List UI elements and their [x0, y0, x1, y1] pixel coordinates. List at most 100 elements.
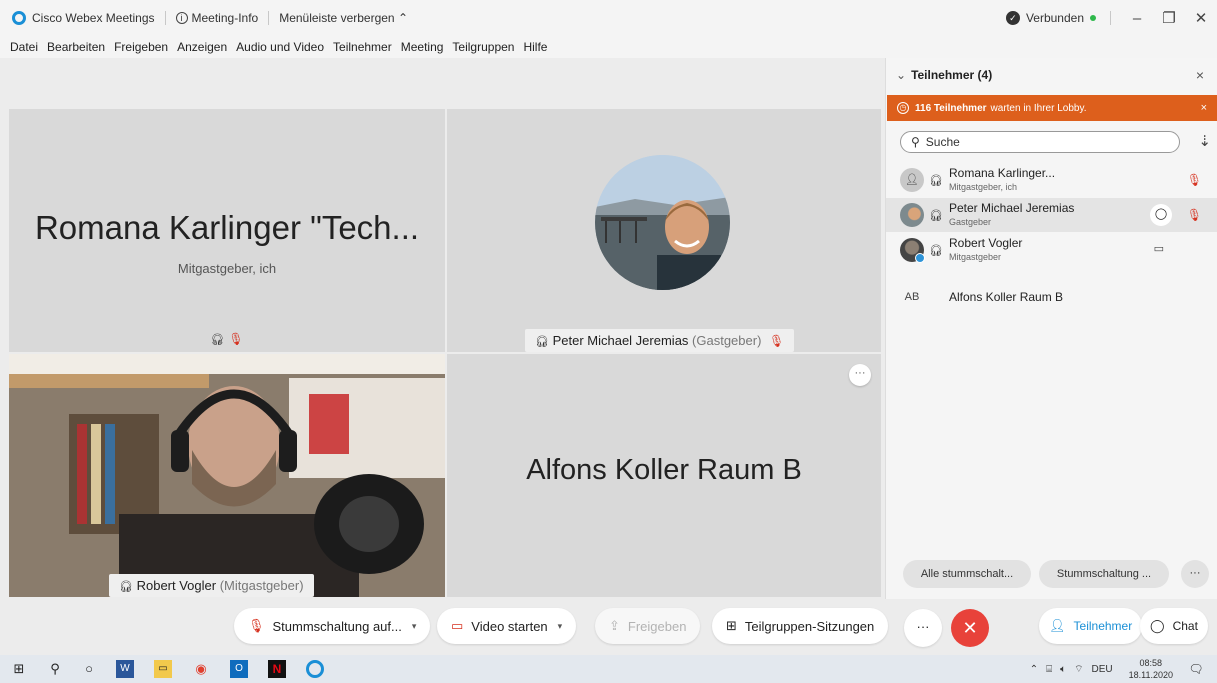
video-tile-robert[interactable]: 🎧︎ Robert Vogler (Mitgastgeber) [9, 354, 445, 597]
chat-icon[interactable]: ◯ [1150, 204, 1172, 226]
notification-icon[interactable]: 🗨︎2 [1187, 660, 1205, 678]
language-indicator[interactable]: DEU [1091, 664, 1112, 675]
menu-teilnehmer[interactable]: Teilnehmer [333, 40, 392, 54]
close-icon[interactable]: × [1196, 67, 1204, 83]
panel-more-button[interactable]: ··· [1181, 560, 1209, 588]
participants-panel: ⌄ Teilnehmer (4) × ◷ 116 Teilnehmer wart… [885, 58, 1217, 599]
menu-meeting[interactable]: Meeting [401, 40, 444, 54]
control-bar: 🎙︎ Stummschaltung auf... ▾ ▭ Video start… [0, 599, 1217, 655]
person-icon: 👤︎ [1049, 618, 1066, 633]
clock-icon: ◷ [897, 102, 909, 114]
info-icon: i [175, 12, 188, 24]
minimize-button[interactable]: – [1121, 10, 1153, 27]
headset-icon: 🎧︎ [929, 209, 943, 222]
profile-photo-icon [595, 155, 730, 290]
chevron-down-icon[interactable]: ⌄ [896, 68, 906, 82]
mic-muted-icon: 🎙︎ [228, 332, 244, 346]
chat-label: Chat [1172, 619, 1198, 633]
close-button[interactable]: ✕ [1185, 9, 1217, 27]
hide-menubar-button[interactable]: Menüleiste verbergen ⌃ [279, 11, 408, 25]
start-video-button[interactable]: ▭ Video starten ▾ [437, 608, 577, 644]
mute-all-button[interactable]: Alle stummschalt... [903, 560, 1031, 588]
breakout-button[interactable]: ⊞ Teilgruppen-Sitzungen [712, 608, 889, 644]
close-icon[interactable]: × [1201, 102, 1207, 114]
participants-toggle-button[interactable]: 👤︎ Teilnehmer [1039, 608, 1143, 644]
participant-row[interactable]: 🎧︎ Robert Vogler Mitgastgeber ▭ [886, 233, 1217, 267]
menu-bearbeiten[interactable]: Bearbeiten [47, 40, 105, 54]
tile-more-button[interactable]: ··· [849, 364, 871, 386]
hide-menubar-label: Menüleiste verbergen [279, 11, 395, 25]
chevron-up-icon: ⌃ [397, 11, 409, 25]
title-bar: Cisco Webex Meetings i Meeting-Info Menü… [0, 0, 1217, 36]
headset-icon: 🎧︎ [929, 174, 943, 187]
video-tile-romana[interactable]: Romana Karlinger "Tech... Mitgastgeber, … [9, 109, 445, 352]
chat-icon: ◯ [1150, 618, 1165, 633]
menu-audio-video[interactable]: Audio und Video [236, 40, 324, 54]
video-grid: Romana Karlinger "Tech... Mitgastgeber, … [0, 58, 883, 599]
webex-taskbar-icon[interactable] [306, 660, 324, 678]
search-input[interactable]: ⚲ Suche [900, 131, 1180, 153]
chat-button[interactable]: ◯ Chat [1140, 608, 1208, 644]
breakout-label: Teilgruppen-Sitzungen [744, 618, 875, 634]
cortana-icon[interactable]: ○ [80, 660, 98, 678]
chrome-icon[interactable]: ◉ [192, 660, 210, 678]
lobby-count: 116 Teilnehmer [915, 102, 987, 114]
search-placeholder: Suche [925, 135, 960, 149]
windows-start-icon[interactable]: ⊞ [10, 660, 28, 678]
restore-button[interactable]: ❐ [1153, 9, 1185, 27]
connection-icon: ✓ [1005, 11, 1020, 25]
file-explorer-icon[interactable]: ▭ [154, 660, 172, 678]
lobby-banner[interactable]: ◷ 116 Teilnehmer warten in Ihrer Lobby. … [887, 95, 1217, 121]
divider [164, 11, 166, 25]
sort-icon[interactable]: ⇣ [1198, 132, 1211, 150]
volume-icon[interactable]: 🔈︎ [1060, 664, 1066, 675]
mic-muted-icon: 🎙︎ [769, 334, 785, 348]
connection-ok-dot [1090, 15, 1096, 21]
participant-row[interactable]: 👤︎ 🎧︎ Romana Karlinger... Mitgastgeber, … [886, 163, 1217, 197]
unmute-button[interactable]: 🎙︎ Stummschaltung auf... ▾ [234, 608, 431, 644]
share-label: Freigeben [627, 618, 687, 634]
participant-row[interactable]: 🎧︎ Peter Michael Jeremias Gastgeber ◯ 🎙︎ [886, 198, 1217, 232]
participant-row[interactable]: AB Alfons Koller Raum B [886, 280, 1217, 314]
wifi-icon[interactable]: ⌔ [1074, 663, 1083, 676]
more-options-button[interactable]: ··· [904, 609, 942, 647]
avatar [900, 238, 925, 263]
outlook-icon[interactable]: O [230, 660, 248, 678]
lobby-text: warten in Ihrer Lobby. [990, 102, 1087, 114]
headset-icon: 🎧︎ [119, 581, 133, 593]
search-icon[interactable]: ⚲ [46, 660, 64, 678]
search-icon: ⚲ [911, 135, 920, 149]
connection-status[interactable]: Verbunden [1026, 11, 1084, 25]
headset-icon: 🎧︎ [210, 334, 225, 346]
netflix-icon[interactable]: N [268, 660, 286, 678]
video-tile-peter[interactable]: 🎧︎ Peter Michael Jeremias (Gastgeber) 🎙︎ [447, 109, 881, 352]
mic-muted-icon[interactable]: 🎙︎ [1187, 173, 1202, 187]
avatar-peter [595, 155, 730, 290]
network-icon[interactable]: ⌸ [1046, 664, 1052, 675]
menu-freigeben[interactable]: Freigeben [114, 40, 168, 54]
camera-icon: ▭ [1153, 243, 1164, 255]
chevron-down-icon[interactable]: ▾ [412, 621, 417, 632]
webex-logo-icon [12, 11, 26, 25]
mic-muted-icon[interactable]: 🎙︎ [1187, 208, 1202, 222]
chevron-down-icon[interactable]: ▾ [558, 621, 563, 632]
start-video-label: Video starten [471, 618, 548, 634]
tray-chevron-up-icon[interactable]: ⌃ [1030, 664, 1038, 675]
word-icon[interactable]: W [116, 660, 134, 678]
leave-meeting-button[interactable]: ✕ [951, 609, 989, 647]
meeting-info-button[interactable]: Meeting-Info [192, 11, 259, 25]
app-title: Cisco Webex Meetings [32, 11, 155, 25]
tile-name-pill: 🎧︎ Peter Michael Jeremias (Gastgeber) 🎙︎ [525, 329, 795, 352]
clock-date: 18.11.2020 [1128, 670, 1173, 680]
menu-anzeigen[interactable]: Anzeigen [177, 40, 227, 54]
tile-status: 🎧︎ 🎙︎ [9, 332, 445, 346]
menu-teilgruppen[interactable]: Teilgruppen [452, 40, 514, 54]
share-button[interactable]: ⇪ Freigeben [595, 608, 701, 644]
menu-hilfe[interactable]: Hilfe [523, 40, 547, 54]
video-tile-alfons[interactable]: ··· Alfons Koller Raum B [447, 354, 881, 597]
participant-name: Peter Michael Jeremias [949, 201, 1075, 215]
headset-icon: 🎧︎ [929, 244, 943, 257]
mute-button[interactable]: Stummschaltung ... [1039, 560, 1169, 588]
clock[interactable]: 08:58 18.11.2020 [1121, 657, 1173, 681]
menu-datei[interactable]: Datei [10, 40, 38, 54]
